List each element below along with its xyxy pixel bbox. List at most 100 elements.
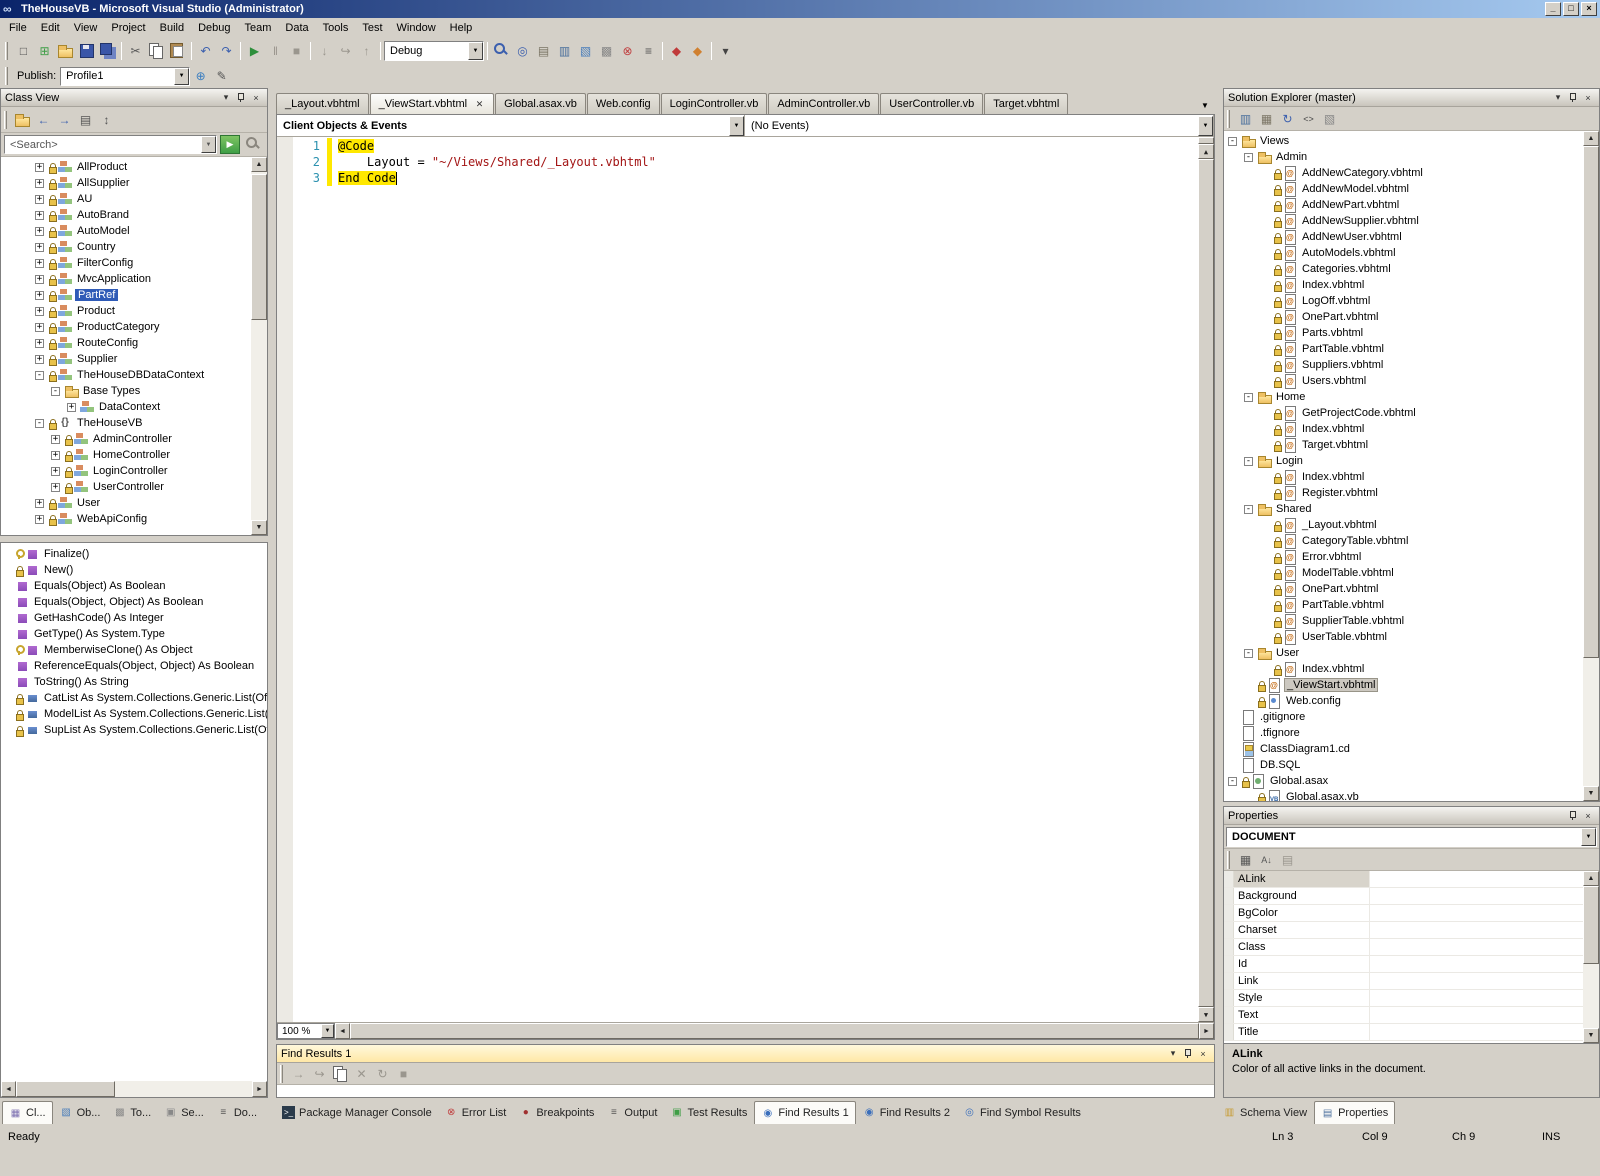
tree-item[interactable]: + AU [35,191,251,207]
cut-icon[interactable]: ✂ [125,40,146,61]
show-all-files-icon[interactable]: ▦ [1256,108,1277,129]
document-tab[interactable]: UserController.vb [880,93,984,114]
alphabetical-icon[interactable]: A↓ [1256,849,1277,870]
tree-item[interactable]: +Error.vbhtml [1228,549,1583,565]
property-row[interactable]: Title [1224,1024,1583,1041]
view-menu-icon[interactable]: ▤ [75,109,96,130]
extension-orange-icon[interactable]: ◆ [687,40,708,61]
close-icon[interactable]: × [1196,1047,1210,1060]
expand-icon[interactable]: + [35,322,44,332]
tree-item[interactable]: +Target.vbhtml [1228,437,1583,453]
close-icon[interactable]: × [1581,91,1595,104]
scrollbar[interactable]: ◄ ► [335,1023,1214,1039]
scroll-up-icon[interactable]: ▲ [1583,131,1599,146]
menu-debug[interactable]: Debug [191,20,237,36]
tree-item[interactable]: +Index.vbhtml [1228,661,1583,677]
tree-item[interactable]: +Users.vbhtml [1228,373,1583,389]
expand-icon[interactable]: + [51,434,60,444]
tree-item[interactable]: + AllSupplier [35,175,251,191]
expand-icon[interactable]: + [67,402,76,412]
property-row[interactable]: ALink [1224,871,1583,888]
zoom-combo[interactable]: 100 % ▼ [277,1023,335,1039]
search-options-icon[interactable] [243,134,264,155]
tree-item[interactable]: + AllProduct [35,159,251,175]
tree-item[interactable]: + DataContext [35,399,251,415]
scroll-up-icon[interactable]: ▲ [1198,144,1214,159]
chevron-down-icon[interactable]: ▼ [201,136,216,153]
events-dropdown[interactable]: (No Events) ▼ [745,115,1214,136]
new-item-icon[interactable]: □ [13,40,34,61]
tree-item[interactable]: +Index.vbhtml [1228,277,1583,293]
tree-item[interactable]: +AddNewCategory.vbhtml [1228,165,1583,181]
menu-data[interactable]: Data [278,20,315,36]
tree-item[interactable]: +.gitignore [1228,709,1583,725]
search-input[interactable]: <Search> ▼ [4,135,217,154]
tree-item[interactable]: +AddNewUser.vbhtml [1228,229,1583,245]
window-position-icon[interactable]: ▾ [219,91,233,104]
find-in-files-icon[interactable] [491,40,512,61]
view-code-icon[interactable]: <> [1298,108,1319,129]
member-item[interactable]: SupList As System.Collections.Generic.Li… [1,722,267,738]
close-icon[interactable]: × [249,91,263,104]
member-item[interactable]: Finalize() [1,546,267,562]
scroll-down-icon[interactable]: ▼ [1583,1028,1599,1043]
forward-icon[interactable]: → [54,109,75,130]
toolbar-grip[interactable] [4,110,7,129]
toolbar-grip[interactable] [5,41,8,60]
error-list-icon[interactable]: ⊗ [617,40,638,61]
minimize-button[interactable]: _ [1545,2,1561,16]
expand-icon[interactable]: + [35,338,44,348]
member-item[interactable]: Equals(Object) As Boolean [1,578,267,594]
toolbar-options-icon[interactable]: ▾ [715,40,736,61]
scrollbar[interactable]: ▲ ▼ [1583,131,1599,801]
expand-icon[interactable]: + [35,274,44,284]
menu-build[interactable]: Build [153,20,191,36]
tree-item[interactable]: +OnePart.vbhtml [1228,309,1583,325]
tree-item[interactable]: +Web.config [1228,693,1583,709]
scroll-down-icon[interactable]: ▼ [1198,1007,1214,1022]
tree-item[interactable]: - Admin [1228,149,1583,165]
tree-item[interactable]: + WebApiConfig [35,511,251,527]
scrollbar-thumb[interactable] [1198,159,1214,1007]
tool-tab-do-[interactable]: ≡ Do... [211,1101,263,1124]
pin-icon[interactable] [1566,809,1580,822]
code-text[interactable]: @Code Layout = "~/Views/Shared/_Layout.v… [334,137,1198,1022]
tree-item[interactable]: + Product [35,303,251,319]
tree-item[interactable]: + UserController [35,479,251,495]
property-row[interactable]: Text [1224,1007,1583,1024]
expand-icon[interactable]: + [35,514,44,524]
tree-item[interactable]: +Index.vbhtml [1228,421,1583,437]
tree-item[interactable]: - Home [1228,389,1583,405]
menu-project[interactable]: Project [104,20,152,36]
chevron-down-icon[interactable]: ▼ [1581,827,1596,846]
close-button[interactable]: × [1581,2,1597,16]
menu-tools[interactable]: Tools [316,20,356,36]
tree-item[interactable]: +Register.vbhtml [1228,485,1583,501]
tool-tab-cl-[interactable]: ▦ Cl... [2,1101,53,1124]
output-window-icon[interactable]: ≡ [638,40,659,61]
scroll-up-icon[interactable]: ▲ [1583,871,1599,886]
property-row[interactable]: BgColor [1224,905,1583,922]
property-row[interactable]: Id [1224,956,1583,973]
tree-item[interactable]: +OnePart.vbhtml [1228,581,1583,597]
tool-tab-find-results-2[interactable]: ◉ Find Results 2 [857,1101,956,1124]
tool-tab-find-symbol-results[interactable]: ◎ Find Symbol Results [957,1101,1087,1124]
toolbar-grip[interactable] [5,67,8,85]
dock-splitter[interactable] [1215,88,1223,1098]
expand-icon[interactable]: + [35,306,44,316]
chevron-down-icon[interactable]: ▼ [174,67,190,85]
tree-item[interactable]: +_Layout.vbhtml [1228,517,1583,533]
expand-icon[interactable]: + [51,466,60,476]
collapse-icon[interactable]: - [1244,456,1253,466]
pin-icon[interactable] [1566,91,1580,104]
refresh-icon[interactable]: ↻ [1277,108,1298,129]
tree-item[interactable]: +Suppliers.vbhtml [1228,357,1583,373]
scroll-down-icon[interactable]: ▼ [251,520,267,535]
show-properties-icon[interactable]: ▥ [1235,108,1256,129]
open-file-icon[interactable] [55,40,76,61]
member-item[interactable]: GetType() As System.Type [1,626,267,642]
member-item[interactable]: GetHashCode() As Integer [1,610,267,626]
collapse-icon[interactable]: - [51,386,60,396]
tree-item[interactable]: +Global.asax.vb [1228,789,1583,801]
menu-team[interactable]: Team [238,20,279,36]
